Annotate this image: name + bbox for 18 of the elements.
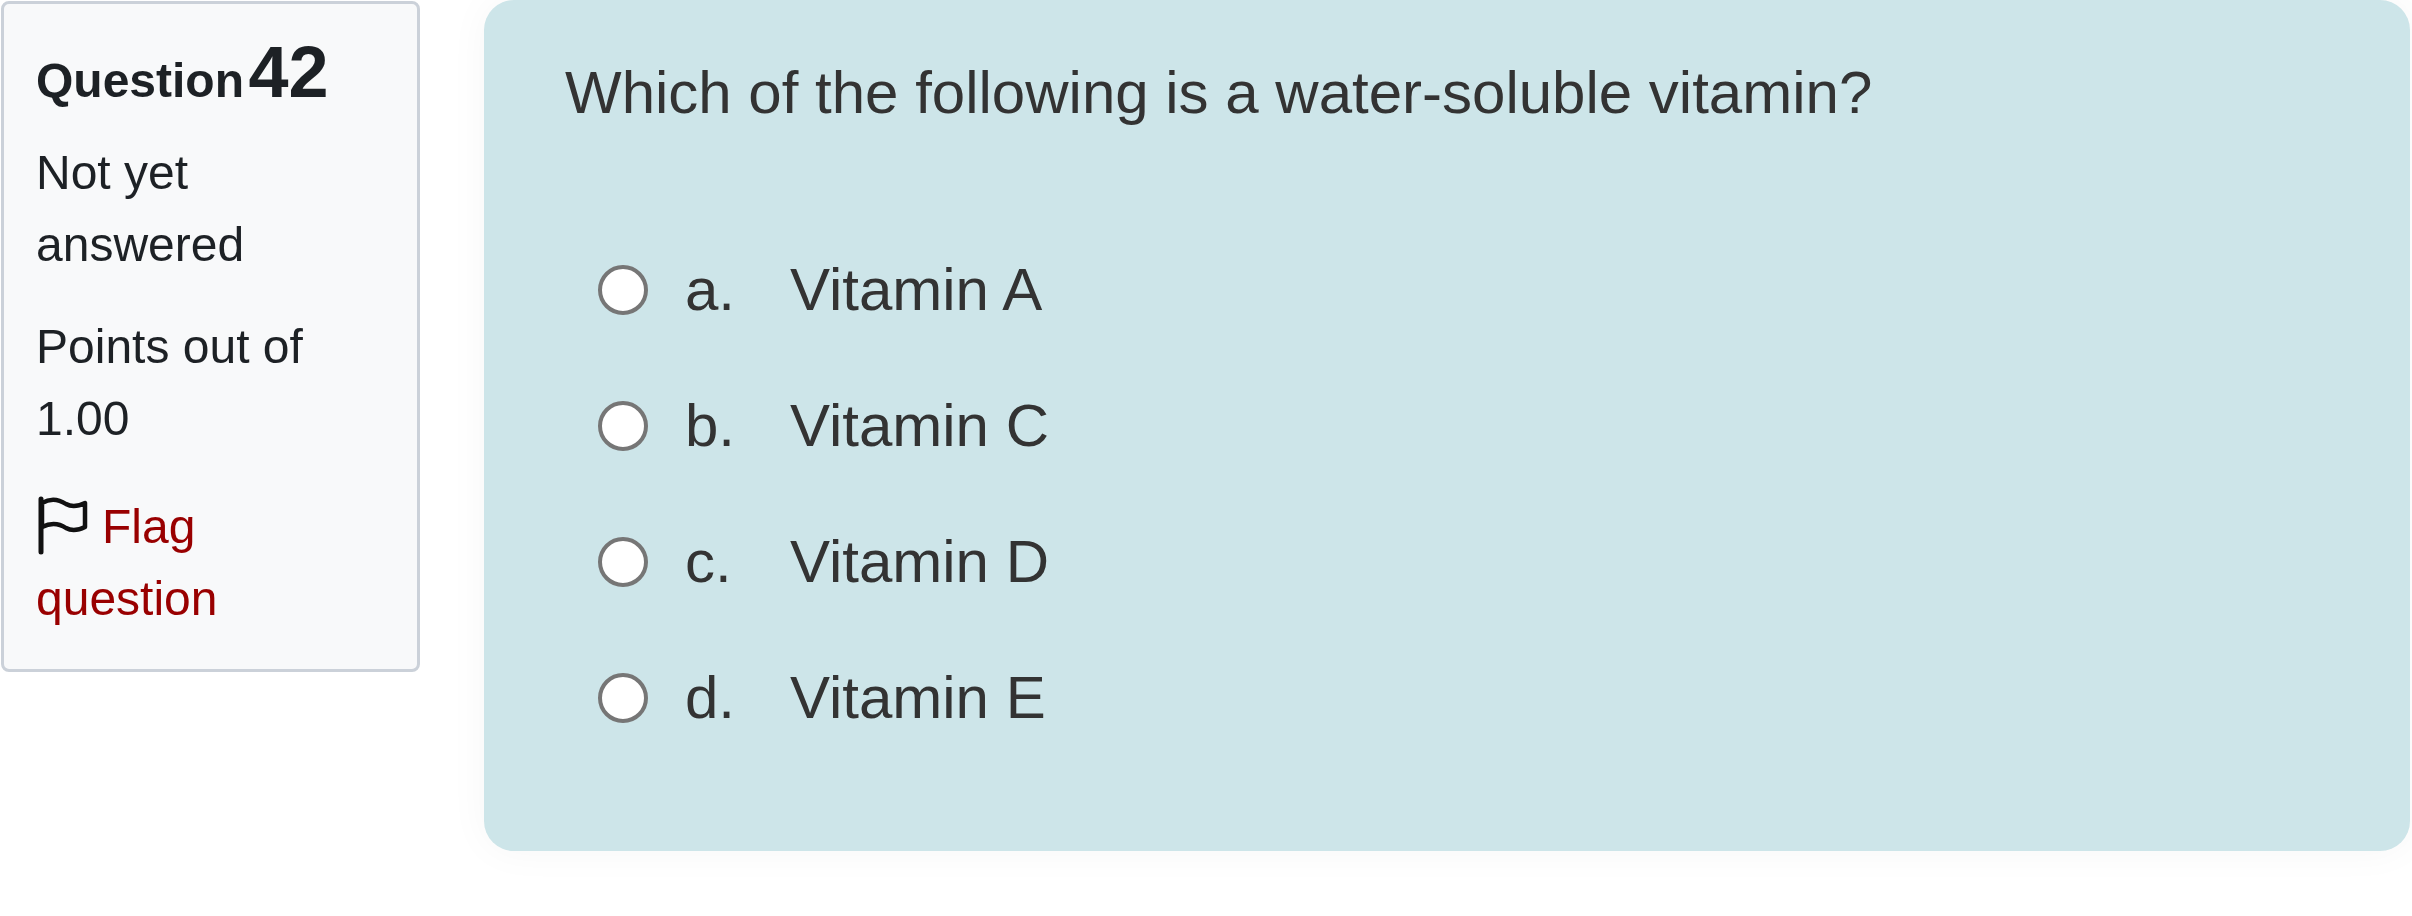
radio-button[interactable]	[598, 265, 648, 315]
option-letter: c.	[685, 528, 732, 595]
radio-button[interactable]	[598, 673, 648, 723]
question-text: Which of the following is a water-soluble vitamin?	[565, 58, 1873, 128]
radio-button[interactable]	[598, 401, 648, 451]
question-status: Not yet answered	[36, 145, 246, 273]
radio-button[interactable]	[598, 537, 648, 587]
option-label[interactable]: Vitamin E	[790, 662, 1046, 734]
question-grade: Points out of 1.00	[36, 319, 304, 447]
flag-question-link[interactable]: Flag question	[36, 491, 366, 635]
option-label[interactable]: Vitamin A	[790, 254, 1043, 326]
question-number: 42	[248, 32, 329, 112]
option-letter: a.	[685, 256, 736, 323]
option-letter: b.	[685, 392, 736, 459]
option-letter: d.	[685, 664, 736, 731]
option-label[interactable]: Vitamin D	[790, 526, 1049, 598]
question-label: Question	[36, 54, 244, 107]
option-label[interactable]: Vitamin C	[790, 390, 1049, 462]
